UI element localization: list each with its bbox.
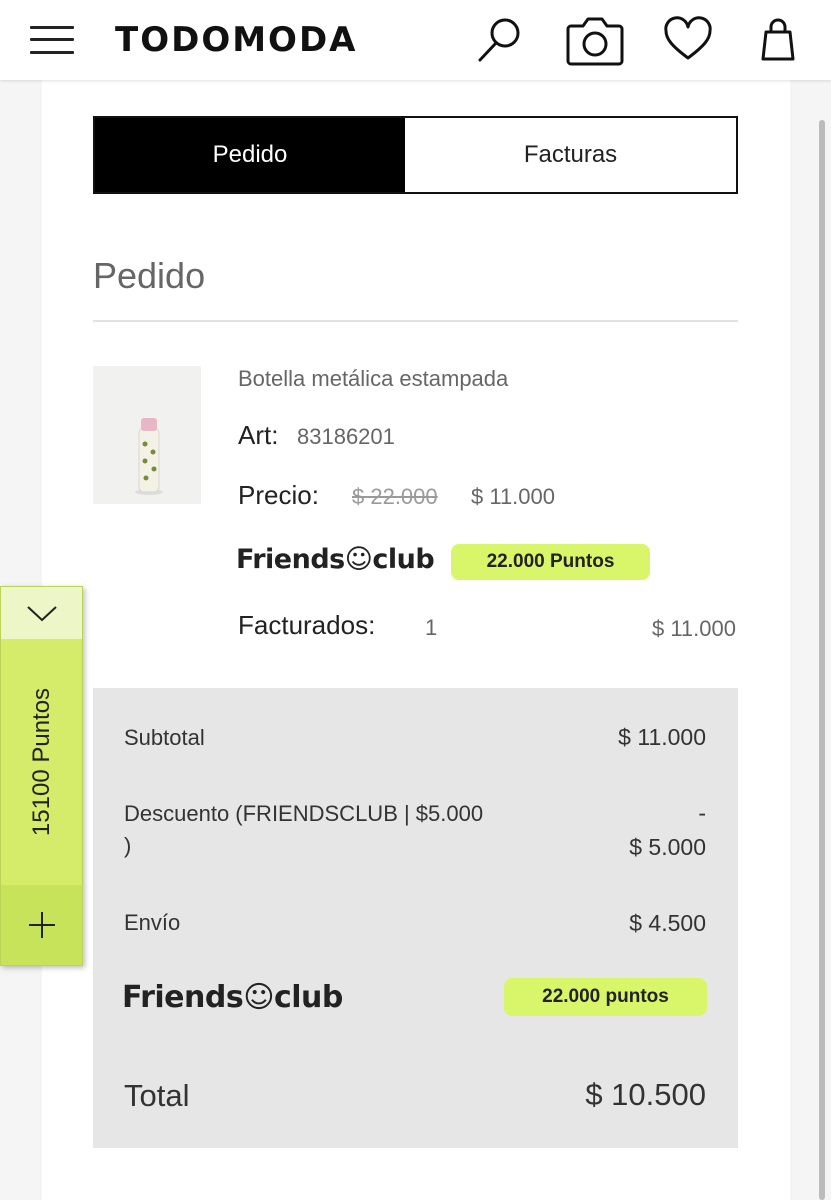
subtotal-label: Subtotal	[124, 725, 205, 750]
order-tabs: Pedido Facturas	[93, 116, 738, 194]
top-header: TODOMODA	[0, 0, 831, 80]
price-label: Precio:	[238, 480, 319, 510]
facturados-total: $ 11.000	[651, 616, 736, 641]
product-name[interactable]: Botella metálica estampada	[238, 366, 508, 392]
heart-icon[interactable]	[660, 12, 716, 68]
friends-club-logo: Friends☺club	[122, 980, 343, 1015]
facturados-label: Facturados:	[238, 610, 376, 640]
shipping-label: Envío	[124, 910, 181, 935]
section-title: Pedido	[93, 255, 206, 296]
discount-value: $ 5.000	[629, 834, 706, 860]
divider	[93, 320, 738, 322]
price-original: $ 22.000	[352, 484, 438, 509]
total-value: $ 10.500	[585, 1077, 706, 1112]
tab-pedido[interactable]: Pedido	[95, 118, 405, 192]
menu-icon[interactable]	[30, 24, 74, 56]
discount-label: Descuento (FRIENDSCLUB | $5.000	[124, 801, 484, 826]
bag-icon[interactable]	[750, 12, 806, 68]
discount-sign: -	[698, 800, 706, 826]
points-badge: 22.000 Puntos	[451, 544, 650, 580]
plus-icon[interactable]	[1, 885, 82, 965]
tab-facturas[interactable]: Facturas	[405, 118, 736, 192]
discount-label-cont: )	[124, 833, 132, 858]
points-widget[interactable]: 15100 Puntos	[0, 586, 83, 966]
facturados-qty: 1	[425, 615, 438, 640]
scrollbar[interactable]	[819, 120, 825, 1200]
points-badge: 22.000 puntos	[504, 978, 707, 1016]
total-label: Total	[124, 1078, 190, 1113]
product-image[interactable]	[93, 366, 201, 504]
friends-club-logo: Friends☺club	[236, 544, 435, 575]
art-label: Art:	[238, 420, 279, 450]
points-balance: 15100 Puntos	[28, 687, 55, 837]
subtotal-value: $ 11.000	[618, 724, 706, 750]
brand-logo[interactable]: TODOMODA	[115, 20, 358, 60]
search-icon[interactable]	[472, 12, 528, 68]
shipping-value: $ 4.500	[629, 910, 706, 936]
price-current: $ 11.000	[471, 484, 556, 509]
camera-icon[interactable]	[565, 12, 625, 68]
art-value: 83186201	[297, 424, 395, 449]
order-summary: Subtotal $ 11.000 Descuento (FRIENDSCLUB…	[93, 688, 738, 1148]
chevron-down-icon[interactable]	[1, 587, 82, 639]
